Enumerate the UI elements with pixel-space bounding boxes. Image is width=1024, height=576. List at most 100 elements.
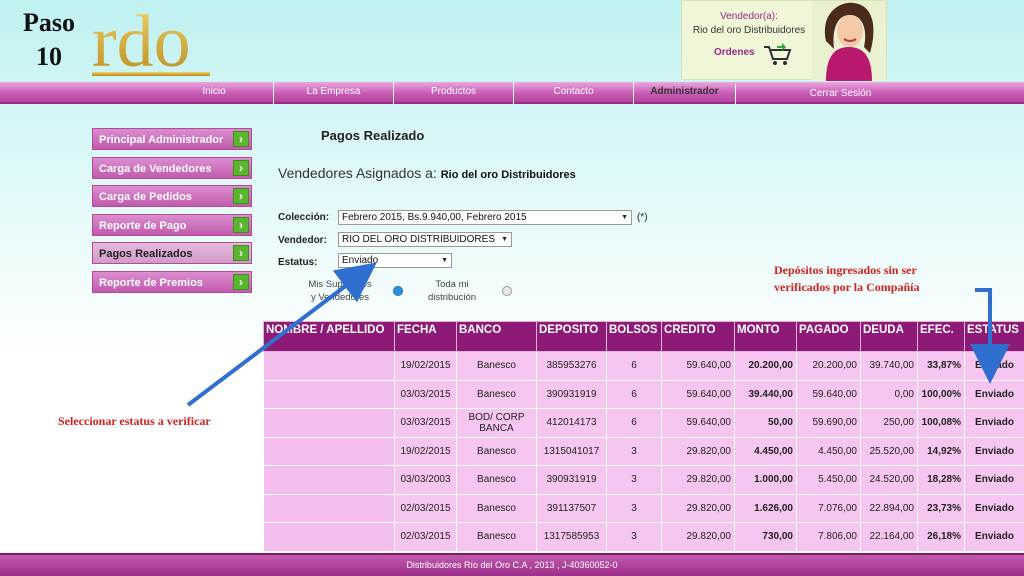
radio-toda-distribucion-label: Toda mi distribución xyxy=(416,278,488,304)
vendedor-value: RIO DEL ORO DISTRIBUIDORES xyxy=(342,234,495,245)
table-row[interactable]: 02/03/2015 Banesco 1317585953 3 29.820,00 730… xyxy=(263,522,1024,552)
table-cell-credito: 59.640,00 xyxy=(661,408,735,438)
table-cell-nombre-apellido xyxy=(263,379,395,409)
table-row[interactable]: 03/03/2003 Banesco 390931919 3 29.820,00 1.00… xyxy=(263,465,1024,495)
table-cell-banco: Banesco xyxy=(456,493,537,523)
table-cell-deposito: 391137507 xyxy=(536,493,607,523)
table-cell-nombre-apellido xyxy=(263,465,395,495)
nav-productos[interactable]: Productos xyxy=(393,82,513,104)
table-cell-deposito: 1315041017 xyxy=(536,436,607,466)
table-cell-monto: 730,00 xyxy=(734,522,797,552)
table-row[interactable]: 02/03/2015 Banesco 391137507 3 29.820,00 1.62… xyxy=(263,493,1024,523)
step-label: Paso 10 xyxy=(12,6,86,74)
table-cell-deuda: 250,00 xyxy=(860,408,918,438)
table-cell-efec: 18,28% xyxy=(917,465,965,495)
orders-link[interactable]: Ordenes xyxy=(714,47,755,58)
caret-down-icon: ▼ xyxy=(501,236,508,243)
required-mark: (*) xyxy=(637,212,648,223)
radio-toda-distribucion[interactable] xyxy=(502,286,512,296)
table-cell-monto: 20.200,00 xyxy=(734,351,797,381)
nav-contacto[interactable]: Contacto xyxy=(513,82,633,104)
sidebar-item-label: Pagos Realizados xyxy=(99,248,193,260)
estatus-label: Estatus: xyxy=(278,257,318,268)
table-cell-nombre-apellido xyxy=(263,408,395,438)
table-cell-banco: Banesco xyxy=(456,465,537,495)
sidebar-item-reporte-pago[interactable]: Reporte de Pago › xyxy=(92,213,252,236)
step-word: Paso xyxy=(23,8,75,37)
table-cell-estatus: Enviado xyxy=(964,465,1024,495)
table-cell-pagado: 20.200,00 xyxy=(796,351,861,381)
radio-mis-superiores[interactable] xyxy=(393,286,403,296)
nav-administrador[interactable]: Administrador xyxy=(633,82,735,104)
column-header-monto: MONTO xyxy=(734,321,797,352)
table-cell-credito: 29.820,00 xyxy=(661,493,735,523)
nav-la-empresa[interactable]: La Empresa xyxy=(273,82,393,104)
table-cell-fecha: 19/02/2015 xyxy=(394,351,457,381)
sidebar-item-reporte-premios[interactable]: Reporte de Premios › xyxy=(92,270,252,293)
column-header-estatus: ESTATUS xyxy=(964,321,1024,352)
logo-text: rdo xyxy=(92,1,191,80)
table-cell-estatus: Enviado xyxy=(964,493,1024,523)
page-title: Pagos Realizado xyxy=(321,128,425,143)
column-header-banco: BANCO xyxy=(456,321,537,352)
table-cell-deuda: 22.164,00 xyxy=(860,522,918,552)
nav-inicio[interactable]: Inicio xyxy=(155,82,273,104)
table-row[interactable]: 19/02/2015 Banesco 1315041017 3 29.820,00 4.4… xyxy=(263,436,1024,466)
table-cell-fecha: 02/03/2015 xyxy=(394,493,457,523)
rdo-logo: rdo xyxy=(92,1,210,80)
sidebar-item-label: Principal Administrador xyxy=(99,134,224,146)
vendor-title: Vendedor(a): xyxy=(720,11,778,22)
nav-cerrar-sesion[interactable]: Cerrar Sesión xyxy=(735,84,945,106)
table-cell-estatus: Enviado xyxy=(964,408,1024,438)
table-cell-monto: 4.450,00 xyxy=(734,436,797,466)
table-cell-pagado: 7.806,00 xyxy=(796,522,861,552)
table-cell-fecha: 03/03/2015 xyxy=(394,408,457,438)
cart-icon[interactable] xyxy=(762,43,792,67)
table-cell-nombre-apellido xyxy=(263,436,395,466)
table-cell-estatus: Enviado xyxy=(964,522,1024,552)
sidebar-item-carga-pedidos[interactable]: Carga de Pedidos › xyxy=(92,185,252,207)
table-cell-efec: 23,73% xyxy=(917,493,965,523)
table-cell-deuda: 39.740,00 xyxy=(860,351,918,381)
vendedor-select[interactable]: RIO DEL ORO DISTRIBUIDORES ▼ xyxy=(338,232,512,247)
sidebar-item-label: Carga de Vendedores xyxy=(99,162,212,175)
table-cell-deuda: 24.520,00 xyxy=(860,465,918,495)
caret-down-icon: ▼ xyxy=(441,257,448,264)
annotation-select-status: Seleccionar estatus a verificar xyxy=(58,414,211,428)
table-row[interactable]: 19/02/2015 Banesco 385953276 6 59.640,00 20.2… xyxy=(263,351,1024,381)
chevron-right-icon: › xyxy=(233,216,249,233)
table-header-row: NOMBRE / APELLIDO FECHA BANCO DEPOSITO BOLSO… xyxy=(263,321,1024,352)
table-cell-deposito: 390931919 xyxy=(536,465,607,495)
coleccion-select[interactable]: Febrero 2015, Bs.9.940,00, Febrero 2015 … xyxy=(338,210,632,225)
table-cell-deposito: 385953276 xyxy=(536,351,607,381)
table-cell-fecha: 19/02/2015 xyxy=(394,436,457,466)
table-cell-banco: Banesco xyxy=(456,351,537,381)
annotation-line: Depósitos ingresados sin ser xyxy=(774,263,917,277)
table-cell-monto: 1.626,00 xyxy=(734,493,797,523)
table-cell-bolsos: 3 xyxy=(606,522,662,552)
sidebar-item-carga-vendedores[interactable]: Carga de Vendedores › xyxy=(92,156,252,179)
table-cell-credito: 59.640,00 xyxy=(661,379,735,409)
chevron-right-icon: › xyxy=(233,131,249,147)
table-cell-deuda: 22.894,00 xyxy=(860,493,918,523)
table-row[interactable]: 03/03/2015 BOD/ CORP BANCA 412014173 6 59.64… xyxy=(263,408,1024,438)
estatus-value: Enviado xyxy=(342,255,379,266)
table-cell-credito: 29.820,00 xyxy=(661,522,735,552)
table-cell-deposito: 1317585953 xyxy=(536,522,607,552)
sidebar-item-pagos-realizados[interactable]: Pagos Realizados › xyxy=(92,242,252,264)
column-header-fecha: FECHA xyxy=(394,321,457,352)
vendedor-label: Vendedor: xyxy=(278,235,327,246)
table-cell-efec: 100,00% xyxy=(917,379,965,409)
column-header-nombre-apellido: NOMBRE / APELLIDO xyxy=(263,321,395,352)
table-cell-estatus: Enviado xyxy=(964,351,1024,381)
table-row[interactable]: 03/03/2015 Banesco 390931919 6 59.640,00 39.4… xyxy=(263,379,1024,409)
table-cell-bolsos: 3 xyxy=(606,493,662,523)
sidebar-item-principal[interactable]: Principal Administrador › xyxy=(92,128,252,150)
estatus-select[interactable]: Enviado ▼ xyxy=(338,253,452,268)
annotation-line: verificados por la Compañía xyxy=(774,280,920,294)
table-cell-banco: Banesco xyxy=(456,379,537,409)
column-header-deposito: DEPOSITO xyxy=(536,321,607,352)
table-cell-estatus: Enviado xyxy=(964,436,1024,466)
table-cell-bolsos: 6 xyxy=(606,351,662,381)
column-header-efec: EFEC. xyxy=(917,321,965,352)
